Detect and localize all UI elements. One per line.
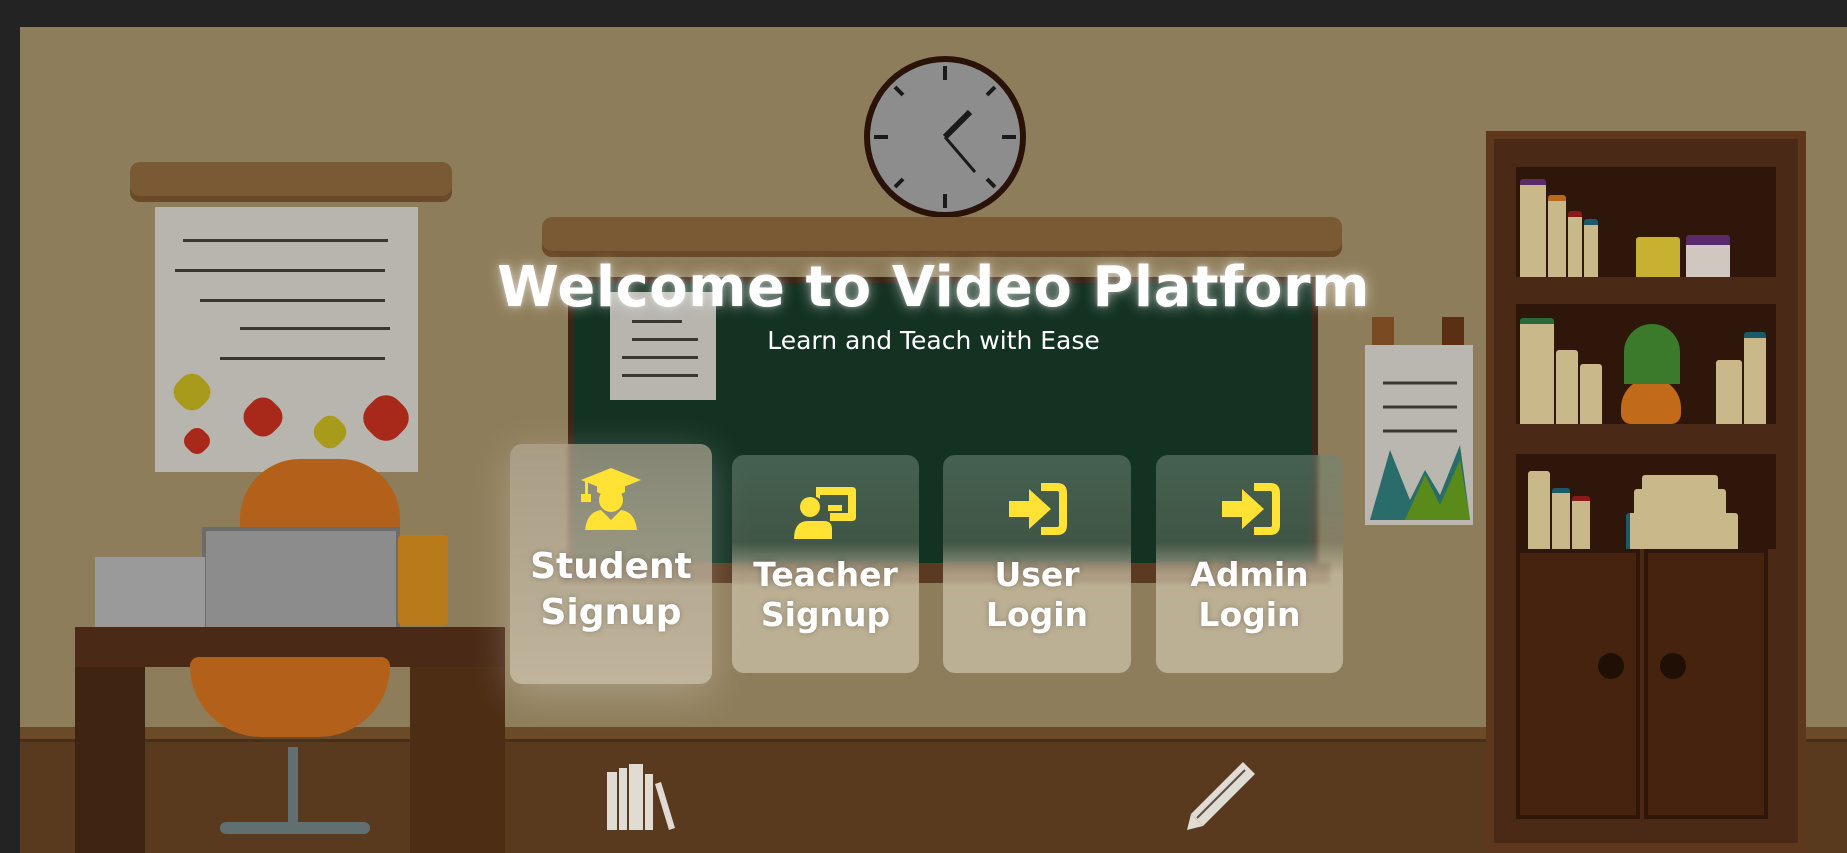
teacher-signup-card[interactable]: Teacher Signup	[732, 455, 919, 673]
desk-leg-left	[75, 667, 145, 853]
sign-in-icon	[1009, 483, 1067, 535]
user-login-label: User Login	[985, 555, 1089, 634]
bookcase	[1486, 131, 1806, 851]
sign-in-icon	[1221, 483, 1280, 535]
board-shelf	[542, 217, 1342, 257]
user-login-card[interactable]: User Login	[943, 455, 1131, 673]
wall-clock-icon	[864, 56, 1026, 218]
teacher-signup-label: Teacher Signup	[753, 555, 898, 634]
chair-base	[220, 822, 370, 834]
left-wall-shelf	[130, 162, 452, 202]
pencil-cup-icon	[398, 535, 448, 625]
teacher-board-icon	[793, 487, 856, 539]
books-icon	[607, 764, 675, 830]
classroom-background: Welcome to Video Platform Learn and Teac…	[20, 27, 1847, 853]
chair-post	[288, 747, 298, 827]
paper-stack	[95, 557, 205, 627]
hero-header: Welcome to Video Platform Learn and Teac…	[20, 255, 1847, 355]
chair-seat	[190, 657, 390, 737]
student-signup-label: Student Signup	[530, 546, 692, 633]
student-signup-card[interactable]: Student Signup	[510, 444, 712, 684]
page-title: Welcome to Video Platform	[497, 255, 1370, 320]
admin-login-label: Admin Login	[1190, 555, 1309, 634]
desk-leg-right	[410, 667, 505, 853]
page-subtitle: Learn and Teach with Ease	[767, 326, 1100, 355]
graduate-icon	[581, 468, 641, 530]
pencil-icon	[1187, 762, 1255, 830]
admin-login-card[interactable]: Admin Login	[1156, 455, 1343, 673]
chart-poster-icon	[1365, 345, 1473, 525]
